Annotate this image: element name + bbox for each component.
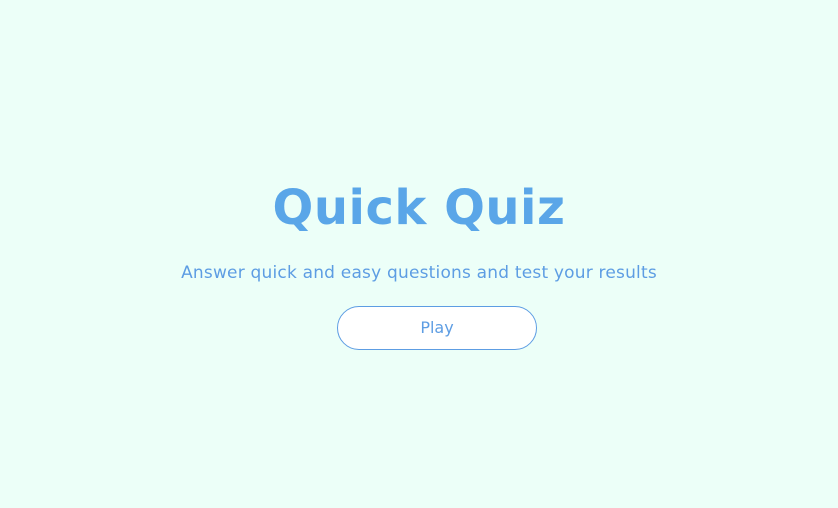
quiz-subtitle: Answer quick and easy questions and test… bbox=[181, 263, 657, 283]
play-button[interactable]: Play bbox=[337, 306, 537, 350]
home-screen: Quick Quiz Answer quick and easy questio… bbox=[0, 0, 838, 508]
quiz-title: Quick Quiz bbox=[272, 180, 566, 237]
